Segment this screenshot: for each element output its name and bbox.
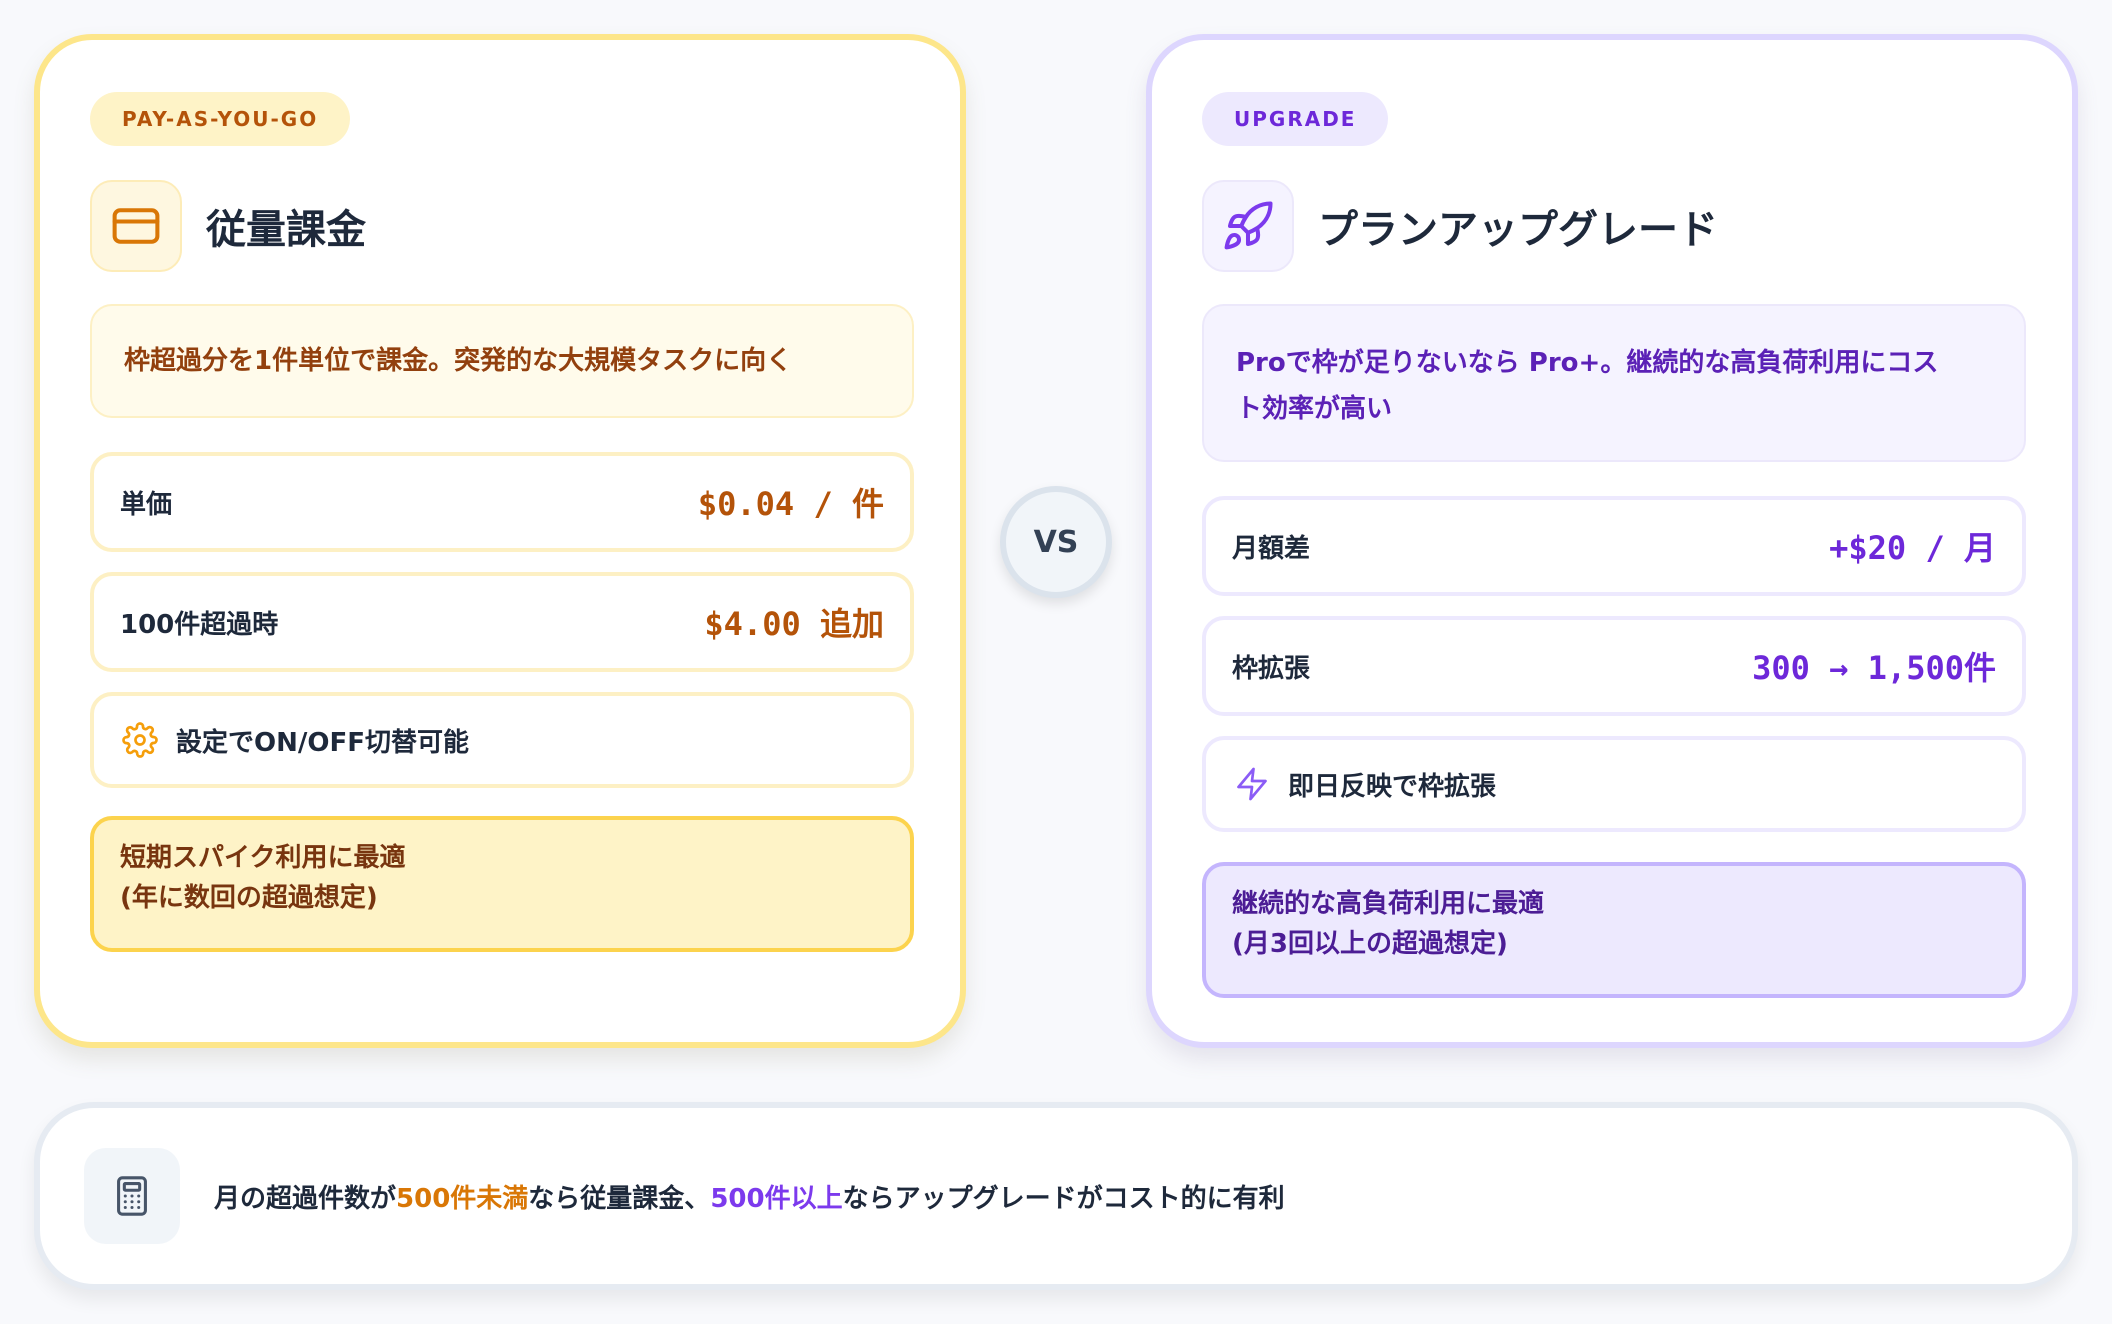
pay-as-you-go-tag: PAY-AS-YOU-GO <box>90 92 351 146</box>
card-title: 従量課金 <box>206 207 366 253</box>
row-value: $0.04 / 件 <box>697 485 884 523</box>
best-for-box: 継続的な高負荷利用に最適 (月3回以上の超過想定) <box>1202 862 2026 998</box>
pay-as-you-go-card: PAY-AS-YOU-GO 従量課金 枠超過分を1件単位で課金。突発的な大規模タ… <box>34 34 966 1048</box>
monthly-diff-row: 月額差 +$20 / 月 <box>1202 496 2026 596</box>
best-for-line: 継続的な高負荷利用に最適 <box>1232 889 1545 919</box>
description-line: Proで枠が足りないなら Pro+。継続的な高負荷利用にコス <box>1236 348 1939 378</box>
vs-badge: VS <box>1000 486 1112 598</box>
best-for-note: (年に数回の超過想定) <box>120 883 378 913</box>
row-value: +$20 / 月 <box>1829 529 1996 567</box>
best-for-note: (月3回以上の超過想定) <box>1232 929 1508 959</box>
summary-part: なら従量課金、 <box>528 1183 711 1214</box>
summary-text: 月の超過件数が500件未満なら従量課金、500件以上ならアップグレードがコスト的… <box>214 1178 1285 1215</box>
row-value: 300 → 1,500件 <box>1752 649 1996 687</box>
card-description: 枠超過分を1件単位で課金。突発的な大規模タスクに向く <box>90 304 914 418</box>
feature-text: 設定でON/OFF切替可能 <box>176 727 469 758</box>
upgrade-tag: UPGRADE <box>1202 92 1389 146</box>
row-label: 枠拡張 <box>1232 653 1311 684</box>
price-row: 単価 $0.04 / 件 <box>90 452 914 552</box>
toggle-feature: 設定でON/OFF切替可能 <box>90 692 914 788</box>
feature-text: 即日反映で枠拡張 <box>1288 771 1497 802</box>
quota-row: 枠拡張 300 → 1,500件 <box>1202 616 2026 716</box>
summary-bar: 月の超過件数が500件未満なら従量課金、500件以上ならアップグレードがコスト的… <box>34 1102 2078 1290</box>
summary-part: ならアップグレードがコスト的に有利 <box>842 1183 1285 1214</box>
best-for-line: 短期スパイク利用に最適 <box>120 843 406 873</box>
card-description: Proで枠が足りないなら Pro+。継続的な高負荷利用にコス ト効率が高い <box>1202 304 2026 462</box>
row-value: $4.00 追加 <box>704 605 884 643</box>
threshold-low: 500件未満 <box>396 1183 529 1214</box>
rocket-icon <box>1202 180 1294 272</box>
best-for-box: 短期スパイク利用に最適 (年に数回の超過想定) <box>90 816 914 952</box>
credit-card-icon <box>90 180 182 272</box>
threshold-high: 500件以上 <box>710 1183 843 1214</box>
card-title: プランアップグレード <box>1318 207 1718 253</box>
calculator-icon <box>84 1148 180 1244</box>
lightning-icon <box>1232 764 1272 804</box>
summary-part: 月の超過件数が <box>214 1183 397 1214</box>
row-label: 100件超過時 <box>120 609 279 640</box>
gear-icon <box>120 720 160 760</box>
instant-feature: 即日反映で枠拡張 <box>1202 736 2026 832</box>
upgrade-card: UPGRADE プランアップグレード Proで枠が足りないなら Pro+。継続的… <box>1146 34 2078 1048</box>
description-line: ト効率が高い <box>1236 394 1393 424</box>
row-label: 月額差 <box>1232 533 1311 564</box>
overage-row: 100件超過時 $4.00 追加 <box>90 572 914 672</box>
row-label: 単価 <box>120 489 173 520</box>
